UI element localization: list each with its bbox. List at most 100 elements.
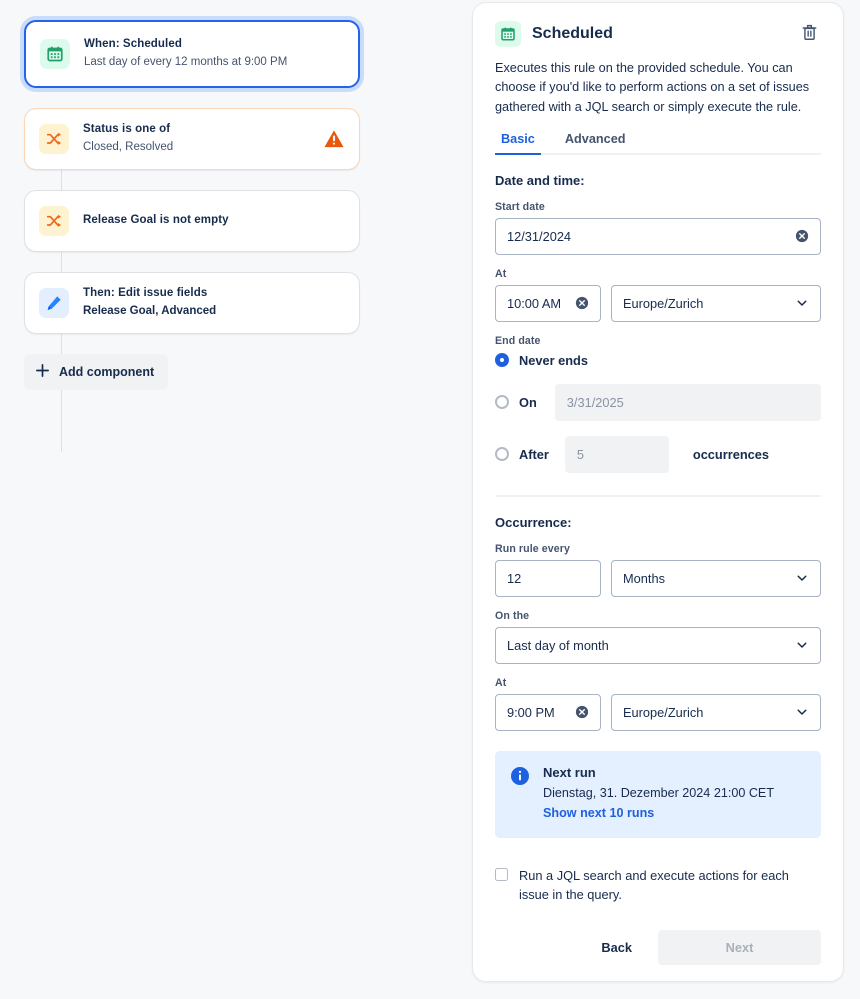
occurrence-at-label: At <box>495 676 507 689</box>
end-date-option-on[interactable]: On 3/31/2025 <box>495 383 821 421</box>
chevron-down-icon <box>795 638 809 652</box>
radio-after-label: After <box>519 446 549 462</box>
add-component-label: Add component <box>59 365 155 379</box>
panel-description: Executes this rule on the provided sched… <box>495 61 810 114</box>
run-rule-every-label: Run rule every <box>495 542 570 555</box>
clear-icon[interactable] <box>575 296 589 310</box>
tab-advanced[interactable]: Advanced <box>559 131 632 155</box>
interval-value: 12 <box>507 570 522 586</box>
clear-icon[interactable] <box>575 705 589 719</box>
start-at-row: 10:00 AM Europe/Zurich <box>495 284 821 322</box>
rule-node-action-edit-fields[interactable]: Then: Edit issue fields Release Goal, Ad… <box>24 272 360 334</box>
shuffle-icon <box>39 124 69 154</box>
show-next-runs-link[interactable]: Show next 10 runs <box>543 806 654 820</box>
panel-footer: Back Next <box>495 930 821 966</box>
rule-card-title: Release Goal is not empty <box>83 214 229 227</box>
rule-card-when-scheduled[interactable]: When: Scheduled Last day of every 12 mon… <box>24 20 360 88</box>
interval-unit-select[interactable]: Months <box>611 559 821 597</box>
section-divider <box>495 494 821 497</box>
rule-node-trigger[interactable]: When: Scheduled Last day of every 12 mon… <box>24 20 360 88</box>
next-run-datetime: Dienstag, 31. Dezember 2024 21:00 CET <box>543 785 775 800</box>
end-date-label: End date <box>495 334 541 347</box>
component-config-panel: Scheduled Executes this rule on the prov… <box>472 2 844 982</box>
radio-never-ends-label: Never ends <box>519 352 588 368</box>
calendar-icon <box>40 39 70 69</box>
rule-chain-panel: When: Scheduled Last day of every 12 mon… <box>0 0 440 999</box>
end-after-placeholder: 5 <box>576 446 584 462</box>
on-the-label: On the <box>495 609 530 622</box>
rule-node-condition-release-goal[interactable]: Release Goal is not empty <box>24 190 360 252</box>
panel-title: Scheduled <box>532 25 613 42</box>
rule-card-text: Release Goal is not empty <box>83 213 345 229</box>
tab-basic[interactable]: Basic <box>495 131 541 155</box>
next-run-info-box: Next run Dienstag, 31. Dezember 2024 21:… <box>495 750 821 838</box>
rule-card-subtitle: Last day of every 12 months at 9:00 PM <box>84 56 288 68</box>
next-button: Next <box>658 930 821 966</box>
start-time-input[interactable]: 10:00 AM <box>495 284 601 322</box>
shuffle-icon <box>39 206 69 236</box>
end-date-option-after[interactable]: After 5 occurrences <box>495 435 821 473</box>
rule-card-title: Status is one of <box>83 123 171 136</box>
rule-card-subtitle: Closed, Resolved <box>83 141 174 153</box>
delete-component-button[interactable] <box>798 21 821 47</box>
rule-card-then-edit-issue-fields[interactable]: Then: Edit issue fields Release Goal, Ad… <box>24 272 360 334</box>
start-timezone-select[interactable]: Europe/Zurich <box>611 284 821 322</box>
occurrence-timezone-select[interactable]: Europe/Zurich <box>611 693 821 731</box>
add-component-button[interactable]: Add component <box>24 354 169 390</box>
rule-card-text: Status is one of Closed, Resolved <box>83 122 315 155</box>
radio-never-ends[interactable] <box>495 353 509 368</box>
occurrence-at-row: 9:00 PM Europe/Zurich <box>495 693 821 731</box>
start-at-label: At <box>495 267 507 280</box>
jql-checkbox-row[interactable]: Run a JQL search and execute actions for… <box>495 866 821 904</box>
chevron-down-icon <box>795 296 809 310</box>
occurrences-label: occurrences <box>692 446 769 462</box>
jql-checkbox[interactable] <box>495 867 508 881</box>
chevron-down-icon <box>795 571 809 585</box>
interval-unit-value: Months <box>623 570 665 586</box>
radio-after[interactable] <box>495 447 509 462</box>
calendar-icon <box>495 21 521 47</box>
end-on-date-input[interactable]: 3/31/2025 <box>554 383 821 421</box>
start-date-input[interactable]: 12/31/2024 <box>495 217 821 255</box>
radio-on-label: On <box>519 394 537 410</box>
rule-card-text: When: Scheduled Last day of every 12 mon… <box>84 37 344 70</box>
radio-on[interactable] <box>495 395 509 410</box>
end-after-occurrences-input[interactable]: 5 <box>564 435 669 473</box>
end-date-option-never[interactable]: Never ends <box>495 353 821 368</box>
rule-card-status-is-one-of[interactable]: Status is one of Closed, Resolved <box>24 108 360 170</box>
date-and-time-heading: Date and time: <box>495 172 585 188</box>
occurrence-time-value: 9:00 PM <box>507 704 555 720</box>
pencil-icon <box>39 288 69 318</box>
panel-header: Scheduled <box>495 21 821 47</box>
occurrence-timezone-value: Europe/Zurich <box>623 704 704 720</box>
jql-checkbox-label: Run a JQL search and execute actions for… <box>519 867 789 903</box>
rule-card-text: Then: Edit issue fields Release Goal, Ad… <box>83 286 345 319</box>
plus-icon <box>35 363 50 381</box>
occurrence-heading: Occurrence: <box>495 514 572 530</box>
on-the-select[interactable]: Last day of month <box>495 626 821 664</box>
panel-tabs: Basic Advanced <box>495 131 821 155</box>
automation-rule-builder: When: Scheduled Last day of every 12 mon… <box>0 0 860 999</box>
interval-input[interactable]: 12 <box>495 559 601 597</box>
back-button[interactable]: Back <box>585 931 648 964</box>
start-date-label: Start date <box>495 200 545 213</box>
occurrence-time-input[interactable]: 9:00 PM <box>495 693 601 731</box>
trash-icon <box>800 23 819 45</box>
info-icon <box>510 766 530 822</box>
run-rule-every-row: 12 Months <box>495 559 821 597</box>
on-the-value: Last day of month <box>507 637 609 653</box>
rule-card-subtitle: Release Goal, Advanced <box>83 305 217 317</box>
next-run-text: Next run Dienstag, 31. Dezember 2024 21:… <box>543 765 774 822</box>
rule-node-condition-status[interactable]: Status is one of Closed, Resolved <box>24 108 360 170</box>
start-date-value: 12/31/2024 <box>507 228 572 244</box>
end-on-date-placeholder: 3/31/2025 <box>566 394 624 410</box>
clear-icon[interactable] <box>795 229 809 243</box>
warning-icon[interactable] <box>323 128 345 150</box>
start-timezone-value: Europe/Zurich <box>623 295 704 311</box>
rule-card-release-goal-not-empty[interactable]: Release Goal is not empty <box>24 190 360 252</box>
chevron-down-icon <box>795 705 809 719</box>
start-time-value: 10:00 AM <box>507 295 562 311</box>
next-run-title: Next run <box>543 764 596 780</box>
rule-card-title: Then: Edit issue fields <box>83 287 208 300</box>
rule-card-title: When: Scheduled <box>84 38 182 51</box>
